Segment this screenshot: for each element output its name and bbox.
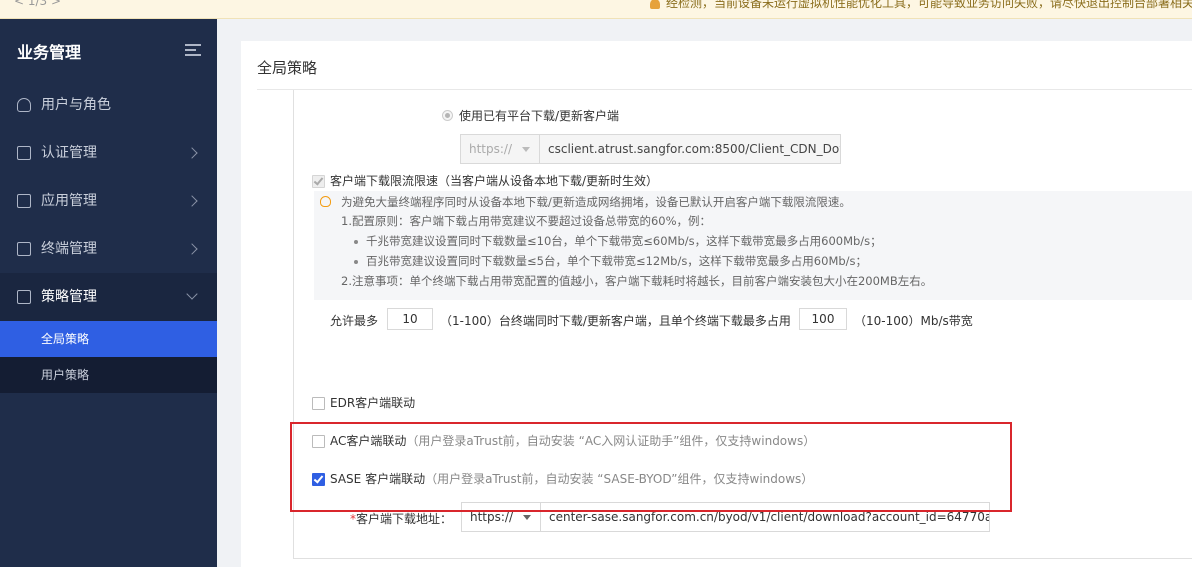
bullet-icon [354, 239, 358, 244]
platform-protocol-select[interactable]: https:// [460, 134, 540, 164]
sidebar-item-auth[interactable]: 认证管理 [0, 129, 217, 177]
use-existing-platform-label: 使用已有平台下载/更新客户端 [459, 109, 620, 123]
sidebar-header: 业务管理 [0, 19, 217, 81]
chevron-right-icon [186, 147, 198, 159]
sidebar-item-label: 策略管理 [41, 289, 97, 305]
info-line-3: 千兆带宽建议设置同时下载数量≤10台，单个下载带宽≤60Mb/s，这样下载带宽最… [354, 233, 882, 249]
sidebar-subitem-user-policy[interactable]: 用户策略 [0, 357, 217, 393]
app-icon [17, 194, 31, 208]
info-line-5: 2.注意事项：单个终端下载占用带宽配置的值越小，客户端下载耗时将越长，目前客户端… [341, 274, 933, 288]
chevron-down-icon [186, 288, 198, 300]
user-icon [17, 98, 31, 112]
max-concurrent-input[interactable]: 10 [387, 308, 433, 330]
banner-pager[interactable]: < 1/3 > [14, 0, 61, 8]
throttle-checkbox[interactable] [312, 175, 325, 188]
sidebar-subitem-global-policy[interactable]: 全局策略 [0, 321, 217, 357]
terminal-icon [17, 242, 31, 256]
bandwidth-input[interactable]: 100 [799, 308, 847, 330]
info-line-4-text: 百兆带宽建议设置同时下载数量≤5台，单个下载带宽≤12Mb/s，这样下载带宽最多… [366, 254, 868, 268]
banner-warning: 经检测，当前设备未运行虚拟机性能优化工具，可能导致业务访问失败，请尽快退出控制台… [650, 0, 1192, 11]
sidebar-item-label: 终端管理 [41, 241, 97, 257]
info-line-4: 百兆带宽建议设置同时下载数量≤5台，单个下载带宽≤12Mb/s，这样下载带宽最多… [354, 253, 867, 269]
sidebar-title: 业务管理 [17, 43, 82, 62]
banner-warning-text: 经检测，当前设备未运行虚拟机性能优化工具，可能导致业务访问失败，请尽快退出控制台… [666, 0, 1192, 10]
info-line-1: 为避免大量终端程序同时从设备本地下载/更新造成网络拥堵，设备已默认开启客户端下载… [341, 195, 851, 209]
bullet-icon [354, 259, 358, 264]
sidebar-item-terminals[interactable]: 终端管理 [0, 225, 217, 273]
page-title: 全局策略 [257, 59, 318, 77]
edr-label: EDR客户端联动 [330, 396, 416, 410]
info-line-2: 1.配置原则：客户端下载占用带宽建议不要超过设备总带宽的60%，例： [341, 214, 712, 228]
warning-banner: < 1/3 > 经检测，当前设备未运行虚拟机性能优化工具，可能导致业务访问失败，… [0, 0, 1192, 19]
auth-icon [17, 146, 31, 160]
sidebar-item-users-roles[interactable]: 用户与角色 [0, 81, 217, 129]
allow-suffix: （10-100）Mb/s带宽 [854, 314, 973, 328]
sidebar-item-label: 认证管理 [41, 145, 97, 161]
highlight-box [290, 422, 1012, 512]
download-address-label: *客户端下载地址： [350, 510, 452, 527]
lightbulb-icon [320, 196, 331, 207]
sase-protocol-value: https:// [470, 510, 514, 524]
edr-checkbox[interactable] [312, 397, 325, 410]
sidebar-item-policy[interactable]: 策略管理 [0, 273, 217, 321]
sidebar: 业务管理 用户与角色 认证管理 应用管理 终端管理 策略管理 全局策略 用户策略 [0, 19, 217, 567]
throttle-label: 客户端下载限流限速（当客户端从设备本地下载/更新时生效） [330, 174, 659, 188]
download-address-text: 客户端下载地址： [356, 512, 453, 526]
sidebar-item-label: 应用管理 [41, 193, 97, 209]
sidebar-item-apps[interactable]: 应用管理 [0, 177, 217, 225]
chevron-right-icon [186, 195, 198, 207]
platform-protocol-value: https:// [469, 142, 513, 156]
allow-middle: （1-100）台终端同时下载/更新客户端，且单个终端下载最多占用 [440, 314, 791, 328]
caret-down-icon [522, 147, 530, 152]
info-line-3-text: 千兆带宽建议设置同时下载数量≤10台，单个下载带宽≤60Mb/s，这样下载带宽最… [366, 234, 882, 248]
menu-collapse-icon[interactable] [185, 44, 201, 56]
caret-down-icon [523, 515, 531, 520]
sidebar-item-label: 用户与角色 [41, 97, 111, 113]
bell-icon [650, 0, 660, 9]
use-existing-platform-radio[interactable] [442, 110, 453, 121]
allow-prefix: 允许最多 [330, 314, 379, 328]
chevron-right-icon [186, 243, 198, 255]
throttle-info-box: 为避免大量终端程序同时从设备本地下载/更新造成网络拥堵，设备已默认开启客户端下载… [314, 191, 1192, 300]
policy-icon [17, 290, 31, 304]
platform-url-input[interactable]: csclient.atrust.sangfor.com:8500/Client_… [539, 134, 841, 164]
